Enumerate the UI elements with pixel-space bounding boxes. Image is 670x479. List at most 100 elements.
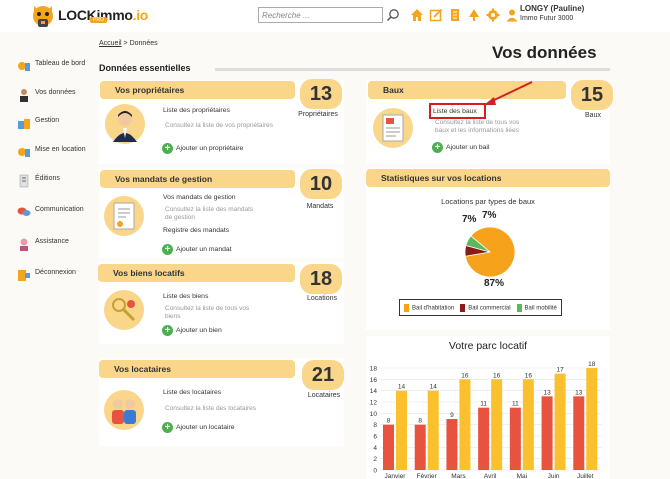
- person-icon: [20, 89, 28, 102]
- sidebar-item-tableau-de-bord[interactable]: Tableau de bord: [17, 59, 85, 73]
- leases-image: [373, 108, 413, 148]
- breadcrumb-home[interactable]: Accueil: [99, 40, 122, 47]
- pie-chart: 87% 7% 7%: [462, 210, 516, 289]
- tenants-list-link[interactable]: Liste des locataires: [163, 389, 221, 396]
- x-tick-label: Avril: [484, 473, 497, 479]
- tenants-desc: Consultez la liste des locataires: [165, 405, 257, 412]
- sidebar-item-communication[interactable]: Communication: [17, 205, 84, 219]
- bar-value-label: 8: [418, 418, 422, 425]
- print-doc-icon: [19, 174, 29, 188]
- sidebar-item-editions[interactable]: Éditions: [17, 174, 60, 188]
- bar: [541, 396, 553, 470]
- mandate-image: [104, 196, 144, 236]
- businessman-icon: [113, 111, 137, 142]
- mandates-register-link[interactable]: Registre des mandats: [163, 227, 229, 234]
- legend-item-mobilite: Bail mobilité: [516, 303, 557, 312]
- stats-card-title: Statistiques sur vos locations: [366, 169, 610, 187]
- y-tick-label: 8: [373, 422, 377, 429]
- sidebar-item-gestion[interactable]: Gestion: [17, 116, 59, 130]
- sidebar-item-assistance[interactable]: Assistance: [17, 237, 69, 251]
- user-company: Immo Futur 3000: [520, 15, 574, 22]
- tenants-card-title: Vos locataires: [99, 360, 295, 378]
- bar: [573, 396, 585, 470]
- tenants-count: 21: [302, 360, 344, 390]
- bar: [478, 407, 490, 470]
- tree-icon[interactable]: [467, 8, 481, 22]
- rentals-desc: Consultez la liste de tous vos biens: [165, 305, 250, 320]
- home-icon[interactable]: [410, 8, 424, 22]
- support-icon: [20, 238, 28, 251]
- mandates-list-link[interactable]: Vos mandats de gestion: [163, 194, 236, 201]
- leases-count-label: Baux: [585, 112, 601, 119]
- rentals-count-label: Locations: [307, 295, 337, 302]
- bar: [427, 390, 439, 470]
- chat-icon: [17, 207, 31, 216]
- section-title: Données essentielles: [99, 63, 191, 73]
- y-tick-label: 16: [370, 377, 378, 384]
- add-owner-button[interactable]: + Ajouter un propriétaire: [162, 143, 243, 154]
- add-mandate-button[interactable]: + Ajouter un mandat: [162, 244, 232, 255]
- bar-value-label: 14: [398, 384, 406, 391]
- rentals-count: 18: [300, 264, 342, 294]
- bar-chart: 0 2 4 6 8 10 12 14 16 18 8 14 Janvier 8 14 Février 9 16 Ma…: [370, 361, 602, 479]
- x-tick-label: Mai: [517, 473, 527, 479]
- user-icon[interactable]: [505, 8, 519, 22]
- owners-list-link[interactable]: Liste des propriétaires: [163, 107, 230, 114]
- y-tick-label: 2: [373, 456, 377, 463]
- breadcrumb: Accueil > Données: [99, 40, 158, 47]
- bar-value-label: 16: [461, 372, 469, 379]
- y-tick-label: 18: [370, 366, 378, 373]
- bar-value-label: 11: [480, 401, 487, 408]
- bar: [383, 424, 394, 470]
- owners-count-label: Propriétaires: [298, 111, 338, 118]
- search-input[interactable]: [258, 7, 383, 23]
- rentals-list-link[interactable]: Liste des biens: [163, 293, 208, 300]
- leases-count: 15: [571, 80, 613, 110]
- bar-value-label: 16: [525, 372, 533, 379]
- bar: [522, 379, 534, 470]
- add-tenant-button[interactable]: + Ajouter un locataire: [162, 422, 235, 433]
- certificate-icon: [113, 202, 135, 230]
- bar: [554, 373, 566, 470]
- highlight-box: [429, 103, 486, 119]
- plus-icon: +: [162, 143, 173, 154]
- bar: [586, 368, 598, 470]
- bar-value-label: 17: [556, 367, 564, 374]
- pie-label: 7%: [482, 210, 497, 221]
- keys-icon: [112, 298, 136, 322]
- add-lease-button[interactable]: + Ajouter un bail: [432, 142, 489, 153]
- sidebar-item-vos-donnees[interactable]: Vos données: [17, 88, 75, 102]
- bar-value-label: 14: [430, 384, 438, 391]
- leases-card-title: Baux: [368, 81, 566, 99]
- rentals-card-title: Vos biens locatifs: [98, 264, 295, 282]
- pie-label: 7%: [462, 214, 477, 225]
- section-divider: [215, 68, 610, 71]
- mandates-desc: Consultez la liste des mandats de gestio…: [165, 206, 254, 221]
- sidebar-item-mise-en-location[interactable]: Mise en location: [17, 145, 86, 159]
- owners-count: 13: [300, 79, 342, 109]
- sidebar-item-deconnexion[interactable]: Déconnexion: [17, 268, 76, 282]
- pie-chart-title: Locations par types de baux: [441, 197, 535, 206]
- bar-value-label: 13: [575, 389, 583, 396]
- app-logo[interactable]: LOCKimmo.io: [30, 2, 148, 28]
- rentals-image: [104, 290, 144, 330]
- top-header: LOCKimmo.io PRO LONGY (Pauline) Immo Fut…: [0, 0, 670, 32]
- bar-value-label: 9: [450, 412, 454, 419]
- y-tick-label: 12: [370, 400, 378, 407]
- cat-logo-icon: [33, 6, 53, 27]
- legend-item-commercial: Bail commercial: [460, 303, 511, 312]
- tenants-image: [104, 390, 144, 430]
- add-rental-button[interactable]: + Ajouter un bien: [162, 325, 222, 336]
- document-icon[interactable]: [448, 8, 462, 22]
- bar: [491, 379, 503, 470]
- search-icon[interactable]: [386, 8, 400, 22]
- family-icon: [112, 399, 136, 424]
- edit-icon[interactable]: [429, 8, 443, 22]
- user-name[interactable]: LONGY (Pauline): [520, 4, 584, 13]
- mandates-count-label: Mandats: [306, 203, 334, 210]
- plus-icon: +: [162, 325, 173, 336]
- y-tick-label: 14: [370, 388, 378, 395]
- x-tick-label: Juillet: [577, 473, 594, 479]
- bar: [446, 419, 458, 470]
- gear-icon[interactable]: [486, 8, 500, 22]
